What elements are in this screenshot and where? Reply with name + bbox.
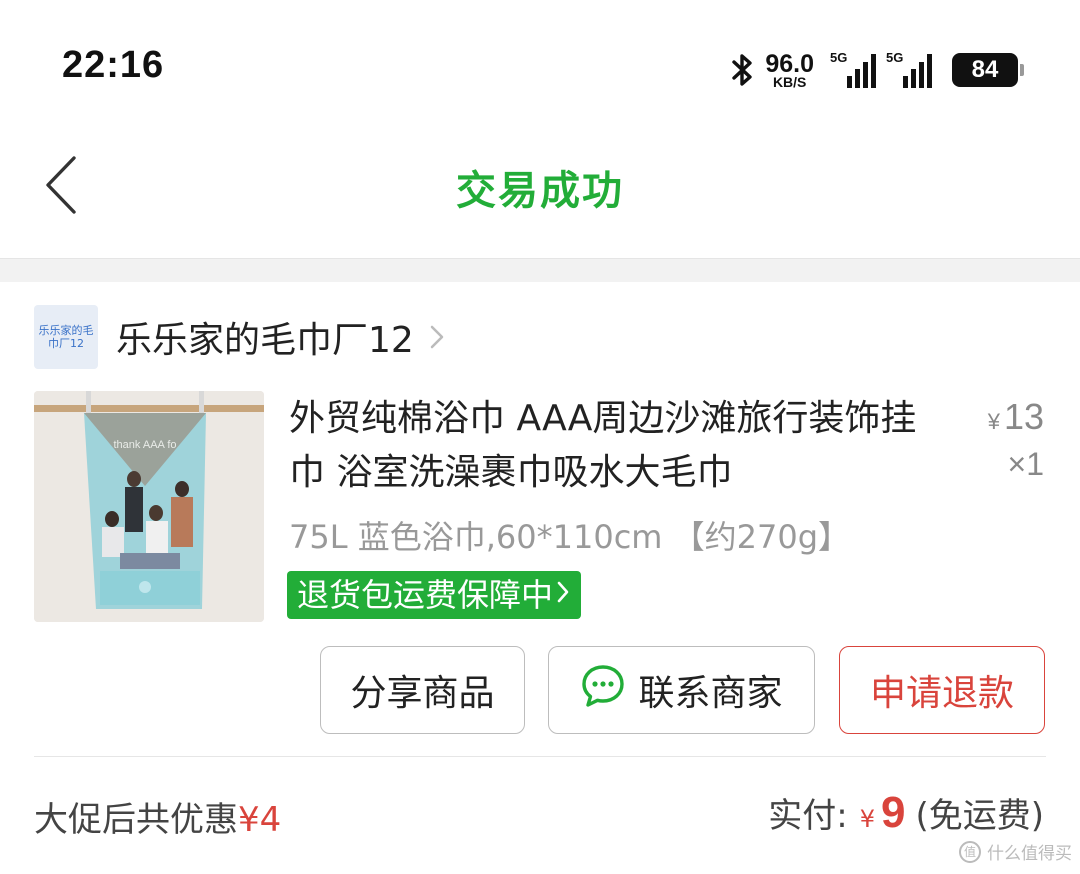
price-value: 13 [1003, 396, 1044, 437]
request-refund-button[interactable]: 申请退款 [839, 646, 1045, 734]
sim2-label: 5G [886, 50, 904, 65]
product-quantity: ×1 [1007, 446, 1044, 482]
status-icons: 96.0 KB/S 5G 5G 84 [731, 48, 1024, 92]
signal-sim2-icon: 5G [886, 50, 932, 90]
contact-seller-label: 联系商家 [638, 673, 783, 714]
network-speed-value: 96.0 [765, 49, 814, 78]
discount-amount: ¥4 [238, 800, 282, 840]
share-product-button[interactable]: 分享商品 [320, 646, 525, 734]
bluetooth-icon [731, 52, 755, 88]
page-title: 交易成功 [456, 168, 624, 214]
watermark-text: 什么值得买 [987, 844, 1072, 864]
watermark: 值 什么值得买 [959, 839, 1072, 864]
battery-icon: 84 [952, 53, 1024, 87]
paid-summary: 实付: ¥ 9 (免运费) [768, 788, 1044, 838]
chevron-right-icon [555, 571, 571, 619]
price-currency: ¥ [987, 409, 1000, 434]
signal-sim1-icon: 5G [830, 50, 876, 90]
status-bar: 22:16 96.0 KB/S 5G 5G 84 [0, 0, 1080, 130]
chat-icon [580, 663, 626, 718]
paid-label: 实付: [768, 796, 848, 836]
paid-amount: 9 [880, 788, 906, 837]
discount-summary: 大促后共优惠¥4 [34, 792, 281, 841]
discount-label: 大促后共优惠 [34, 800, 238, 840]
nav-header: 交易成功 [0, 130, 1080, 256]
status-time: 22:16 [62, 44, 165, 86]
contact-seller-button[interactable]: 联系商家 [548, 646, 815, 734]
shipping-note: (免运费) [915, 796, 1044, 836]
shop-avatar[interactable]: 乐乐家的毛巾厂12 [34, 305, 98, 369]
shipping-guarantee-tag[interactable]: 退货包运费保障中 [287, 571, 582, 619]
watermark-logo-icon: 值 [959, 840, 981, 863]
product-price: ¥13 [988, 396, 1044, 438]
shop-name[interactable]: 乐乐家的毛巾厂12 [116, 311, 414, 363]
chevron-right-icon [428, 322, 446, 352]
sim1-label: 5G [830, 50, 848, 65]
product-spec: 75L 蓝色浴巾,60*110cm 【约270g】 [289, 518, 851, 556]
product-thumbnail[interactable]: thank AAA fo [34, 391, 264, 622]
product-title[interactable]: 外贸纯棉浴巾 AAA周边沙滩旅行装饰挂巾 浴室洗澡裹巾吸水大毛巾 [289, 392, 919, 500]
network-speed-unit: KB/S [772, 73, 807, 90]
divider [34, 756, 1046, 757]
section-divider [0, 258, 1080, 282]
paid-currency: ¥ [859, 805, 875, 833]
guarantee-label: 退货包运费保障中 [297, 576, 554, 614]
thumbnail-text: thank AAA fo [114, 439, 177, 451]
network-speed: 96.0 KB/S [765, 49, 814, 90]
shop-row[interactable]: 乐乐家的毛巾厂12 乐乐家的毛巾厂12 [34, 304, 446, 370]
